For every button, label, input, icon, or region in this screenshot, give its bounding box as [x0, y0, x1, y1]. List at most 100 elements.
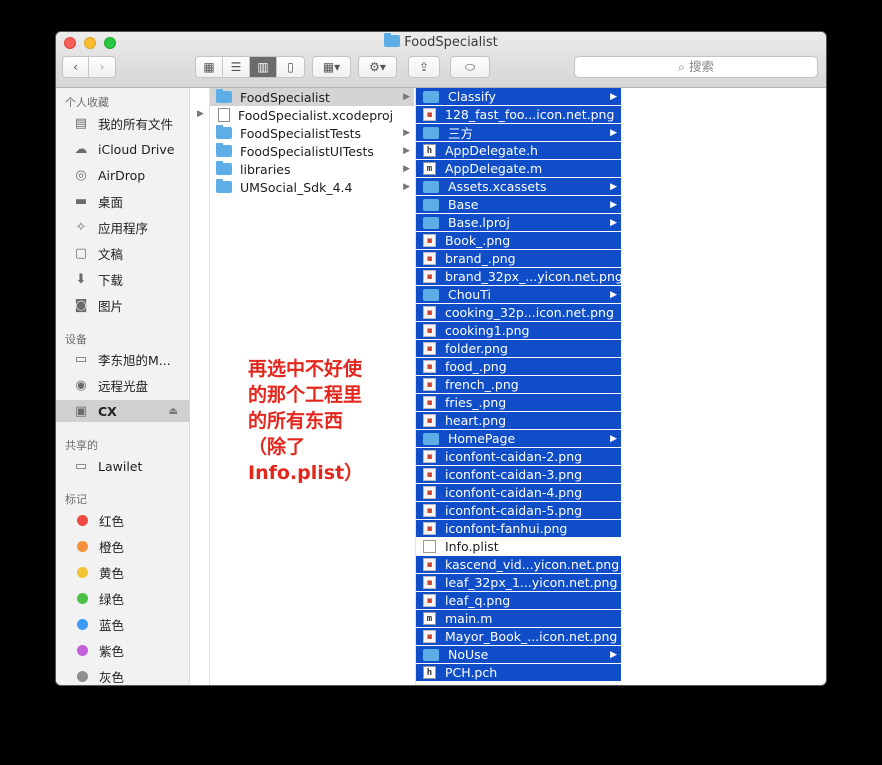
sidebar-item-label: 灰色 — [99, 669, 125, 685]
sidebar-tag-gray[interactable]: 灰色 — [56, 665, 189, 685]
sidebar-tag-red[interactable]: 红色 — [56, 509, 189, 531]
list-item[interactable]: m AppDelegate.m — [416, 160, 621, 178]
item-name: FoodSpecialist.xcodeproj — [238, 107, 394, 123]
list-item[interactable]: ChouTi ▶ — [416, 286, 621, 304]
image-file-icon: ▪ — [423, 486, 436, 499]
item-name: Classify — [448, 89, 496, 104]
forward-button[interactable]: › — [89, 57, 115, 77]
list-item[interactable]: FoodSpecialist.xcodeproj — [210, 106, 414, 124]
arrange-button[interactable]: ▦▾ — [312, 56, 351, 78]
folder-icon — [423, 432, 439, 445]
list-item[interactable]: ▪ folder.png — [416, 340, 621, 358]
eject-icon[interactable]: ⏏ — [169, 406, 178, 417]
sidebar-heading-devices: 设备 — [65, 333, 87, 346]
coverflow-view-button[interactable]: ▯ — [277, 57, 304, 77]
list-item[interactable]: ▪ cooking1.png — [416, 322, 621, 340]
image-file-icon: ▪ — [423, 306, 436, 319]
icon-view-button[interactable]: ▦ — [196, 57, 223, 77]
list-item[interactable]: ▪ Book_.png — [416, 232, 621, 250]
list-item[interactable]: ▪ brand_.png — [416, 250, 621, 268]
list-item[interactable]: ▪ iconfont-caidan-3.png — [416, 466, 621, 484]
list-item[interactable]: libraries ▶ — [210, 160, 414, 178]
sidebar-tag-green[interactable]: 绿色 — [56, 587, 189, 609]
sidebar-item-lawilet[interactable]: ▭ Lawilet — [56, 455, 189, 477]
list-item[interactable]: ▪ iconfont-fanhui.png — [416, 520, 621, 538]
list-item[interactable]: h PCH.pch — [416, 664, 621, 682]
back-button[interactable]: ‹ — [63, 57, 90, 77]
sidebar-item-pictures[interactable]: ◙ 图片 — [56, 294, 189, 316]
sidebar-item-airdrop[interactable]: ◎ AirDrop — [56, 164, 189, 186]
share-button[interactable]: ⇪ — [408, 56, 440, 78]
list-item[interactable]: 三方 ▶ — [416, 124, 621, 142]
list-item[interactable]: ▪ iconfont-caidan-2.png — [416, 448, 621, 466]
list-item[interactable]: Info.plist — [416, 538, 621, 556]
sidebar-tag-purple[interactable]: 紫色 — [56, 639, 189, 661]
sidebar-tag-yellow[interactable]: 黄色 — [56, 561, 189, 583]
sidebar-item-desktop[interactable]: ▬ 桌面 — [56, 190, 189, 212]
list-item[interactable]: ▪ fries_.png — [416, 394, 621, 412]
cloud-icon: ☁ — [74, 141, 88, 157]
search-field[interactable]: ⌕ 搜索 — [574, 56, 818, 78]
item-name: AppDelegate.m — [445, 161, 543, 176]
list-item[interactable]: ▪ Mayor_Book_...icon.net.png — [416, 628, 621, 646]
list-item[interactable]: m main.m — [416, 610, 621, 628]
list-item[interactable]: Assets.xcassets ▶ — [416, 178, 621, 196]
folder-icon — [216, 179, 232, 193]
sidebar-item-remote-disc[interactable]: ◉ 远程光盘 — [56, 374, 189, 396]
sidebar-item-icloud[interactable]: ☁ iCloud Drive — [56, 138, 189, 160]
list-item[interactable]: FoodSpecialist ▶ — [210, 88, 414, 106]
sidebar-tag-blue[interactable]: 蓝色 — [56, 613, 189, 635]
list-item[interactable]: FoodSpecialistTests ▶ — [210, 124, 414, 142]
list-item[interactable]: ▪ french_.png — [416, 376, 621, 394]
sidebar-item-computer[interactable]: ▭ 李东旭的M... — [56, 348, 189, 370]
chevron-right-icon: ▶ — [403, 128, 410, 138]
sidebar-item-label: 图片 — [98, 298, 124, 314]
list-item[interactable]: FoodSpecialistUITests ▶ — [210, 142, 414, 160]
chevron-right-icon: ▶ — [610, 433, 617, 444]
item-name: french_.png — [445, 377, 519, 392]
item-name: libraries — [240, 161, 291, 177]
list-item[interactable]: ▪ iconfont-caidan-4.png — [416, 484, 621, 502]
sidebar-item-applications[interactable]: ✧ 应用程序 — [56, 216, 189, 238]
sidebar-item-label: 蓝色 — [99, 617, 125, 633]
column-view-button[interactable]: ▥ — [250, 57, 277, 77]
list-item[interactable]: h AppDelegate.h — [416, 142, 621, 160]
list-item[interactable]: HomePage ▶ — [416, 430, 621, 448]
desktop-icon: ▬ — [74, 193, 88, 209]
list-item[interactable]: UMSocial_Sdk_4.4 ▶ — [210, 178, 414, 196]
chevron-right-icon: ▶ — [403, 146, 410, 156]
list-item[interactable]: ▪ leaf_32px_1...yicon.net.png — [416, 574, 621, 592]
list-item[interactable]: ▪ food_.png — [416, 358, 621, 376]
list-item[interactable]: ▪ leaf_q.png — [416, 592, 621, 610]
list-item[interactable]: ▪ heart.png — [416, 412, 621, 430]
folder-icon — [384, 33, 401, 47]
list-item[interactable]: ▪ 128_fast_foo...icon.net.png — [416, 106, 621, 124]
sidebar-item-documents[interactable]: ▢ 文稿 — [56, 242, 189, 264]
list-item[interactable]: Classify ▶ — [416, 88, 621, 106]
back-forward-control: ‹ › — [62, 56, 116, 78]
sidebar-item-cx[interactable]: ▣ CX ⏏ — [56, 400, 189, 422]
plist-file-icon — [423, 540, 436, 553]
tag-icon: ⬭ — [464, 59, 476, 74]
list-item[interactable]: NoUse ▶ — [416, 646, 621, 664]
list-item[interactable]: ▪ brand_32px_...yicon.net.png — [416, 268, 623, 286]
sidebar-heading-shared: 共享的 — [65, 439, 98, 452]
sidebar-item-all-files[interactable]: ▤ 我的所有文件 — [56, 112, 189, 134]
list-view-button[interactable]: ☰ — [223, 57, 250, 77]
contents-column: Classify ▶ ▪ 128_fast_foo...icon.net.png 三方 ▶… — [416, 88, 623, 685]
item-name: heart.png — [445, 413, 507, 428]
sidebar-item-downloads[interactable]: ⬇ 下载 — [56, 268, 189, 290]
image-file-icon: ▪ — [423, 594, 436, 607]
list-item[interactable]: Base ▶ — [416, 196, 621, 214]
action-button[interactable]: ⚙▾ — [358, 56, 397, 78]
list-item[interactable]: ▪ kascend_vid...yicon.net.png — [416, 556, 621, 574]
item-name: Base.lproj — [448, 215, 510, 230]
annotation-text: 再选中不好使 的那个工程里 的所有东西 （除了 Info.plist） — [248, 358, 364, 484]
list-item[interactable]: ▪ cooking_32p...icon.net.png — [416, 304, 621, 322]
tags-button[interactable]: ⬭ — [450, 56, 490, 78]
item-name: Book_.png — [445, 233, 511, 248]
list-item[interactable]: Base.lproj ▶ — [416, 214, 621, 232]
list-item[interactable]: ▪ iconfont-caidan-5.png — [416, 502, 621, 520]
sidebar-tag-orange[interactable]: 橙色 — [56, 535, 189, 557]
header-file-icon: h — [423, 144, 436, 157]
